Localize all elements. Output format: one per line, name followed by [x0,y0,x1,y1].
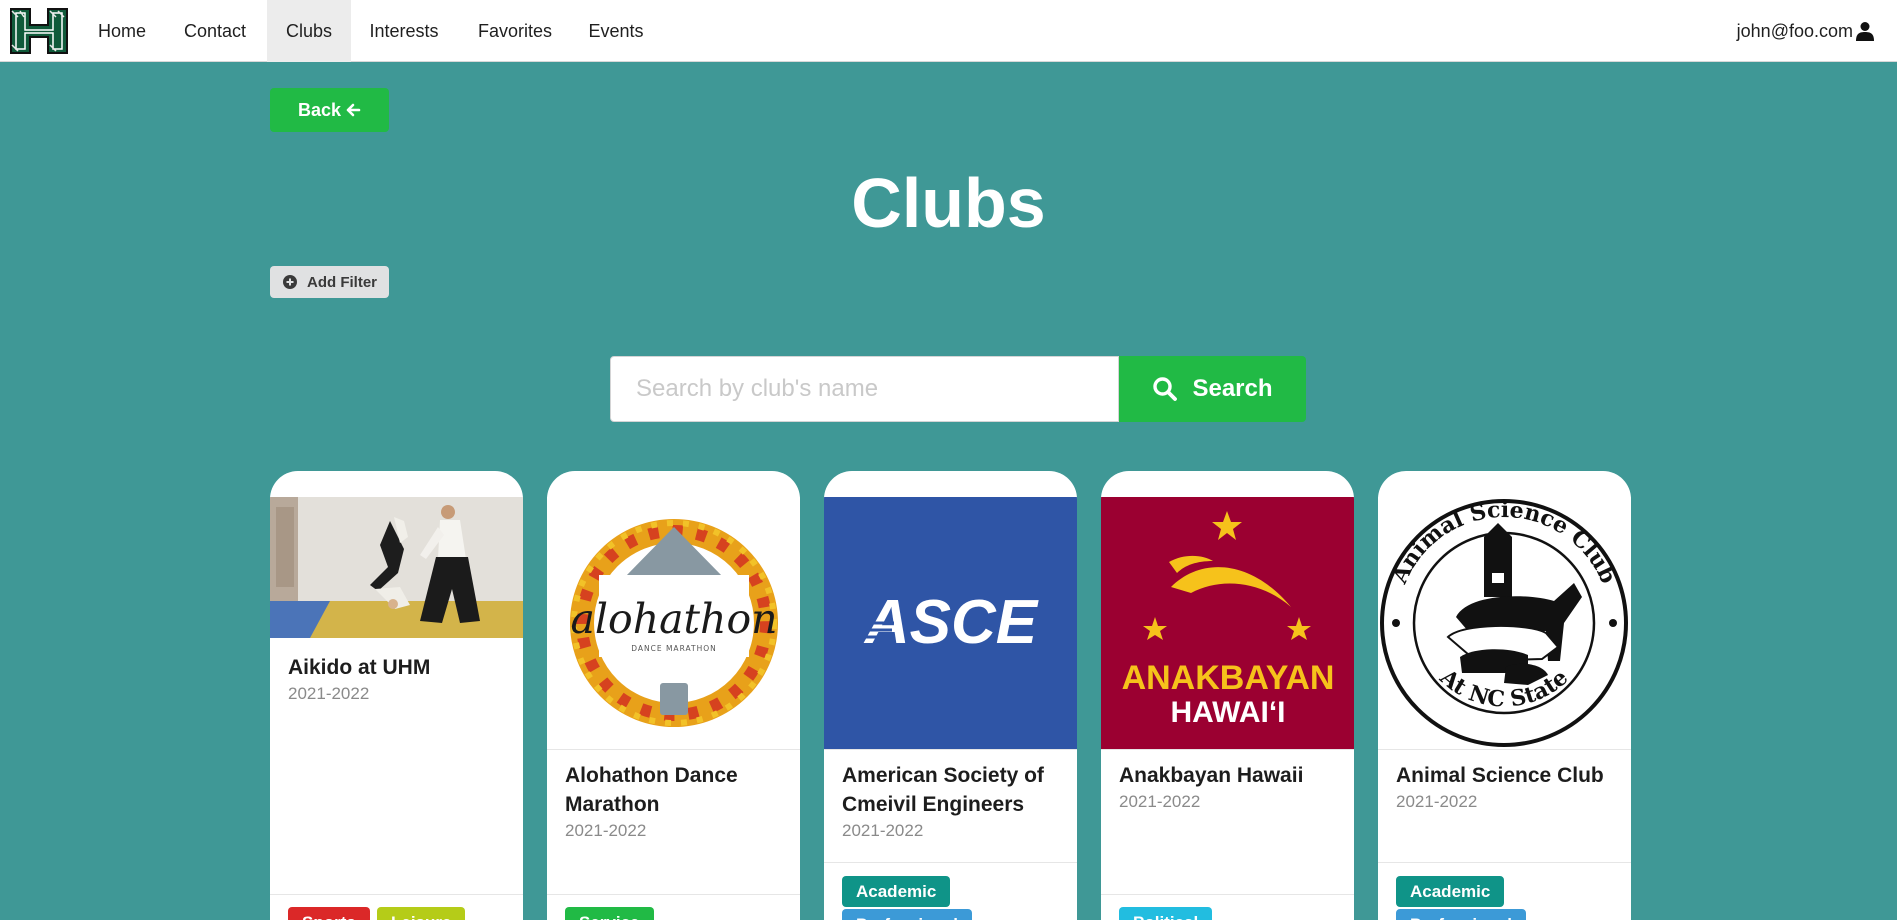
card-divider [547,749,800,750]
tag-academic[interactable]: Academic [1396,876,1505,907]
top-navbar: Home Contact Clubs Interests Favorites E… [0,0,1897,62]
club-name: American Society of Cmeivil Engineers [842,764,1044,816]
card-divider [1378,862,1631,863]
user-email: john@foo.com [1736,21,1853,41]
back-label: Back [297,99,342,120]
anakbayan-logo: ANAKBAYAN HAWAIʻI [1101,497,1354,749]
tag-political[interactable]: Political [1119,907,1213,920]
club-card-asce[interactable]: ASCE American Society of Cmeivil Enginee… [824,471,1077,920]
anakbayan-logo-text: ANAKBAYAN [1122,659,1335,697]
add-filter-label: Add Filter [307,273,377,291]
card-divider [1378,749,1631,750]
club-name: Aikido at UHM [288,656,431,679]
asce-logo: ASCE [824,497,1077,749]
search-icon [1153,377,1178,401]
alohathon-logo: alohathon DANCE MARATHON [547,497,800,749]
nav-home[interactable]: Home [82,0,162,62]
tag-service[interactable]: Service [565,907,654,920]
club-year: 2021-2022 [1396,792,1478,811]
nav-events[interactable]: Events [580,0,652,62]
add-filter-button[interactable]: Add Filter [270,266,389,298]
club-year: 2021-2022 [288,684,370,703]
alohathon-logo-subtext: DANCE MARATHON [631,644,717,653]
club-name: Anakbayan Hawaii [1119,764,1304,787]
page-title: Clubs [851,164,1046,242]
animal-science-logo: Animal Science Club At NC State [1378,497,1631,749]
club-card-aikido[interactable]: Aikido at UHM 2021-2022 Sports Leisure [270,471,523,920]
arrow-left-icon [346,103,361,117]
nav-contact[interactable]: Contact [166,0,264,62]
club-year: 2021-2022 [565,821,647,840]
card-divider [547,894,800,895]
club-year: 2021-2022 [842,821,924,840]
card-divider [824,749,1077,750]
card-divider [1101,749,1354,750]
club-name: Alohathon Dance Marathon [565,764,738,816]
club-card-alohathon[interactable]: alohathon DANCE MARATHON Alohathon Dance… [547,471,800,920]
tag-leisure[interactable]: Leisure [377,907,466,920]
club-card-anakbayan[interactable]: ANAKBAYAN HAWAIʻI Anakbayan Hawaii 2021-… [1101,471,1354,920]
nav-interests[interactable]: Interests [358,0,450,62]
club-card-animal-science[interactable]: Animal Science Club At NC State Animal S… [1378,471,1631,920]
tag-academic[interactable]: Academic [842,876,951,907]
back-button[interactable]: Back [270,88,389,132]
tag-professional[interactable]: Professional [1396,909,1527,920]
search-button[interactable]: Search [1119,356,1306,422]
user-icon [1856,22,1874,41]
club-name: Animal Science Club [1396,764,1604,787]
user-menu[interactable]: john@foo.com [1737,0,1875,62]
card-divider [1101,894,1354,895]
aikido-photo [270,497,523,638]
tag-sports[interactable]: Sports [288,907,370,920]
anakbayan-logo-subtext: HAWAIʻI [1170,696,1285,729]
nav-favorites[interactable]: Favorites [463,0,567,62]
uh-logo-icon[interactable] [8,5,70,57]
plus-circle-icon [283,275,297,289]
club-search-input[interactable] [610,356,1119,422]
alohathon-logo-text: alohathon [570,595,777,643]
club-year: 2021-2022 [1119,792,1201,811]
tag-professional[interactable]: Professional [842,909,973,920]
search-button-label: Search [1192,375,1273,402]
card-divider [824,862,1077,863]
nav-clubs[interactable]: Clubs [267,0,351,62]
card-divider [270,894,523,895]
